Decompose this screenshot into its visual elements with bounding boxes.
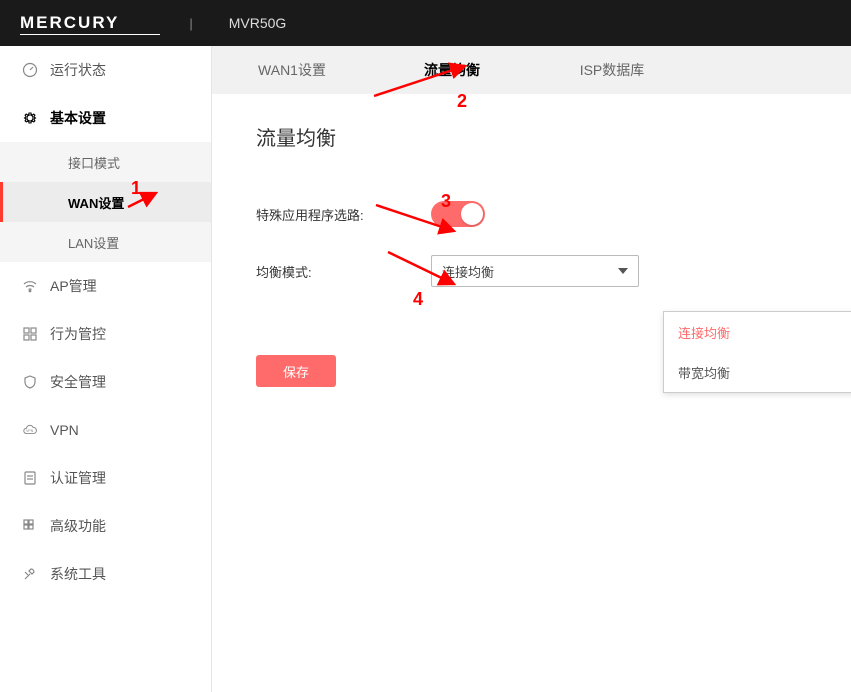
sidebar-label: 系统工具 <box>50 564 106 584</box>
sidebar-sub-lan-settings[interactable]: LAN设置 <box>0 222 211 262</box>
tab-label: 流量均衡 <box>424 60 480 80</box>
sidebar: 运行状态 基本设置 接口模式 WAN设置 LAN设置 AP管理 <box>0 46 212 692</box>
page-title: 流量均衡 <box>256 122 807 151</box>
option-label: 连接均衡 <box>678 323 730 342</box>
gear-icon <box>22 110 38 126</box>
tab-bar: WAN1设置 流量均衡 ISP数据库 <box>212 46 851 94</box>
shield-icon <box>22 374 38 390</box>
sidebar-sub-interface-mode[interactable]: 接口模式 <box>0 142 211 182</box>
dashboard-icon <box>22 62 38 78</box>
tab-isp-database[interactable]: ISP数据库 <box>532 46 692 94</box>
sidebar-item-ap-management[interactable]: AP管理 <box>0 262 211 310</box>
sidebar-item-auth[interactable]: 认证管理 <box>0 454 211 502</box>
sidebar-item-system-tools[interactable]: 系统工具 <box>0 550 211 598</box>
header-separator: | <box>189 16 192 31</box>
select-value: 连接均衡 <box>442 262 494 281</box>
blocks-icon <box>22 518 38 534</box>
wifi-icon <box>22 278 38 294</box>
clipboard-icon <box>22 470 38 486</box>
chevron-down-icon <box>618 268 628 274</box>
special-routing-toggle[interactable] <box>431 201 485 227</box>
tools-icon <box>22 566 38 582</box>
sidebar-label: 行为管控 <box>50 324 106 344</box>
svg-text:VPN: VPN <box>26 429 34 433</box>
sidebar-label: VPN <box>50 422 79 438</box>
sidebar-item-status[interactable]: 运行状态 <box>0 46 211 94</box>
save-button-label: 保存 <box>283 365 309 380</box>
option-bandwidth-balance[interactable]: 带宽均衡 <box>664 352 851 392</box>
tab-label: WAN1设置 <box>258 60 326 80</box>
logo-underline <box>20 34 160 35</box>
sidebar-sub-label: WAN设置 <box>68 193 124 212</box>
brand-logo: MERCURY <box>20 13 119 33</box>
balance-mode-label: 均衡模式: <box>256 262 431 281</box>
sidebar-sub-label: 接口模式 <box>68 153 120 172</box>
special-routing-label: 特殊应用程序选路: <box>256 205 431 224</box>
grid-icon <box>22 326 38 342</box>
sidebar-item-advanced[interactable]: 高级功能 <box>0 502 211 550</box>
cloud-icon: VPN <box>22 422 38 438</box>
sidebar-label: 运行状态 <box>50 60 106 80</box>
sidebar-sub-label: LAN设置 <box>68 233 119 252</box>
option-connection-balance[interactable]: 连接均衡 <box>664 312 851 352</box>
app-header: MERCURY | MVR50G <box>0 0 851 46</box>
option-label: 带宽均衡 <box>678 363 730 382</box>
sidebar-label: 安全管理 <box>50 372 106 392</box>
tab-traffic-balance[interactable]: 流量均衡 <box>372 46 532 94</box>
sidebar-item-behavior[interactable]: 行为管控 <box>0 310 211 358</box>
balance-mode-dropdown: 连接均衡 带宽均衡 <box>663 311 851 393</box>
sidebar-item-vpn[interactable]: VPN VPN <box>0 406 211 454</box>
sidebar-label: AP管理 <box>50 276 97 296</box>
model-name: MVR50G <box>229 15 287 31</box>
sidebar-item-basic-settings[interactable]: 基本设置 <box>0 94 211 142</box>
tab-label: ISP数据库 <box>580 60 645 80</box>
sidebar-submenu: 接口模式 WAN设置 LAN设置 <box>0 142 211 262</box>
toggle-knob <box>461 203 483 225</box>
sidebar-label: 高级功能 <box>50 516 106 536</box>
sidebar-item-security[interactable]: 安全管理 <box>0 358 211 406</box>
sidebar-label: 认证管理 <box>50 468 106 488</box>
sidebar-label: 基本设置 <box>50 108 106 128</box>
sidebar-sub-wan-settings[interactable]: WAN设置 <box>0 182 211 222</box>
main-content: WAN1设置 流量均衡 ISP数据库 流量均衡 特殊应用程序选路: 均衡模式: … <box>212 46 851 692</box>
save-button[interactable]: 保存 <box>256 355 336 387</box>
balance-mode-select[interactable]: 连接均衡 <box>431 255 639 287</box>
tab-wan1-settings[interactable]: WAN1设置 <box>212 46 372 94</box>
